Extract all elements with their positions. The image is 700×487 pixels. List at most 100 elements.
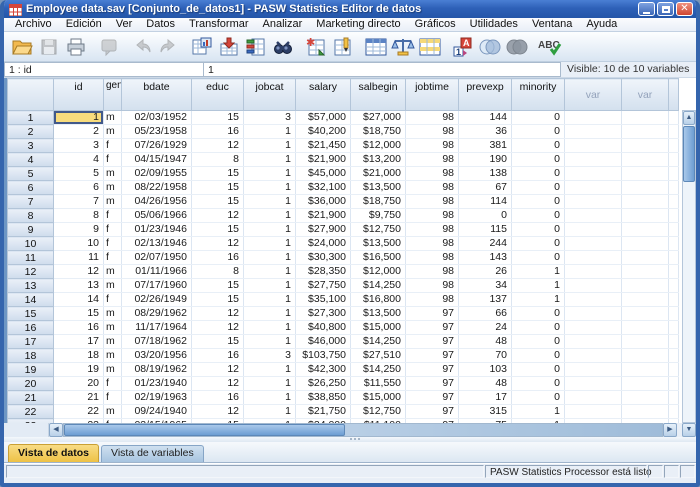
- column-header-educ[interactable]: educ: [192, 79, 244, 111]
- cell[interactable]: [669, 363, 679, 377]
- insert-cases-icon[interactable]: ✱: [303, 34, 329, 60]
- cell[interactable]: 381: [459, 139, 512, 153]
- close-button[interactable]: ✕: [676, 2, 693, 16]
- cell[interactable]: 138: [459, 167, 512, 181]
- cell[interactable]: [565, 321, 622, 335]
- cell[interactable]: 1: [244, 307, 296, 321]
- cell[interactable]: 1: [244, 223, 296, 237]
- cell[interactable]: [669, 321, 679, 335]
- cell[interactable]: 0: [512, 251, 565, 265]
- cell[interactable]: 08/22/1958: [122, 181, 192, 195]
- cell[interactable]: 48: [459, 377, 512, 391]
- cell[interactable]: $103,750: [296, 349, 351, 363]
- horizontal-scrollbar[interactable]: [63, 423, 663, 437]
- column-header-bdate[interactable]: bdate: [122, 79, 192, 111]
- cell[interactable]: 1: [244, 363, 296, 377]
- cell[interactable]: [669, 223, 679, 237]
- weight-cases-icon[interactable]: [390, 34, 416, 60]
- cell[interactable]: 315: [459, 405, 512, 419]
- column-header-id[interactable]: id: [54, 79, 104, 111]
- cell[interactable]: [565, 251, 622, 265]
- cell[interactable]: m: [104, 265, 122, 279]
- cell[interactable]: 1: [512, 265, 565, 279]
- column-header-salbegin[interactable]: salbegin: [351, 79, 406, 111]
- cell[interactable]: m: [104, 335, 122, 349]
- menu-archivo[interactable]: Archivo: [8, 18, 59, 31]
- cell[interactable]: 115: [459, 223, 512, 237]
- tab-variable-view[interactable]: Vista de variables: [101, 445, 204, 462]
- row-header-12[interactable]: 12: [8, 265, 54, 279]
- cell[interactable]: 10: [54, 237, 104, 251]
- column-header-jobtime[interactable]: jobtime: [406, 79, 459, 111]
- cell[interactable]: 3: [244, 349, 296, 363]
- cell[interactable]: 97: [406, 377, 459, 391]
- cell[interactable]: 1: [244, 209, 296, 223]
- cell[interactable]: f: [104, 139, 122, 153]
- tab-data-view[interactable]: Vista de datos: [8, 444, 99, 462]
- cell[interactable]: [622, 391, 669, 405]
- cell[interactable]: $27,510: [351, 349, 406, 363]
- cell[interactable]: 1: [512, 405, 565, 419]
- cell[interactable]: 1: [244, 377, 296, 391]
- cell[interactable]: 07/17/1960: [122, 279, 192, 293]
- cell[interactable]: 12: [192, 321, 244, 335]
- cell[interactable]: [622, 321, 669, 335]
- cell[interactable]: $13,500: [351, 307, 406, 321]
- cell[interactable]: 103: [459, 363, 512, 377]
- cell[interactable]: [669, 265, 679, 279]
- cell[interactable]: [565, 293, 622, 307]
- menu-ayuda[interactable]: Ayuda: [579, 18, 624, 31]
- cell[interactable]: 98: [406, 111, 459, 125]
- cell[interactable]: [669, 405, 679, 419]
- cell[interactable]: $38,850: [296, 391, 351, 405]
- cell[interactable]: m: [104, 279, 122, 293]
- cell[interactable]: [669, 419, 679, 424]
- minimize-button[interactable]: [638, 2, 655, 16]
- cell[interactable]: [565, 307, 622, 321]
- cell[interactable]: [622, 139, 669, 153]
- cell[interactable]: $40,800: [296, 321, 351, 335]
- cell[interactable]: 9: [54, 223, 104, 237]
- cell[interactable]: 26: [459, 265, 512, 279]
- cell[interactable]: 21: [54, 391, 104, 405]
- cell[interactable]: 98: [406, 167, 459, 181]
- cell[interactable]: [622, 335, 669, 349]
- vertical-scrollbar[interactable]: ▲: [682, 110, 696, 423]
- cell[interactable]: 0: [512, 139, 565, 153]
- cell[interactable]: 0: [512, 321, 565, 335]
- cell[interactable]: 98: [406, 195, 459, 209]
- value-labels-icon[interactable]: 1A: [450, 34, 476, 60]
- cell[interactable]: [622, 279, 669, 293]
- cell[interactable]: 1: [244, 293, 296, 307]
- row-header-3[interactable]: 3: [8, 139, 54, 153]
- cell[interactable]: 0: [512, 195, 565, 209]
- cell[interactable]: $16,800: [351, 293, 406, 307]
- cell[interactable]: $13,200: [351, 153, 406, 167]
- cell[interactable]: 07/18/1962: [122, 335, 192, 349]
- cell[interactable]: [622, 181, 669, 195]
- cell[interactable]: 0: [512, 363, 565, 377]
- cell[interactable]: $36,000: [296, 195, 351, 209]
- cell[interactable]: $11,550: [351, 377, 406, 391]
- cell[interactable]: [669, 111, 679, 125]
- menu-gr-ficos[interactable]: Gráficos: [408, 18, 463, 31]
- cell[interactable]: f: [104, 237, 122, 251]
- cell[interactable]: 0: [512, 181, 565, 195]
- cell[interactable]: 04/15/1947: [122, 153, 192, 167]
- cell[interactable]: [565, 195, 622, 209]
- cell[interactable]: f: [104, 223, 122, 237]
- cell[interactable]: $30,300: [296, 251, 351, 265]
- cell[interactable]: [565, 405, 622, 419]
- cell[interactable]: 97: [406, 405, 459, 419]
- cell[interactable]: 1: [244, 237, 296, 251]
- cell[interactable]: 15: [192, 293, 244, 307]
- column-header-blank[interactable]: [669, 79, 679, 111]
- cell[interactable]: 97: [406, 335, 459, 349]
- cell[interactable]: 98: [406, 223, 459, 237]
- cell[interactable]: 2: [54, 125, 104, 139]
- column-header-var[interactable]: var: [622, 79, 669, 111]
- cell[interactable]: 143: [459, 251, 512, 265]
- cell[interactable]: 18: [54, 349, 104, 363]
- cell[interactable]: 12: [192, 139, 244, 153]
- cell[interactable]: $21,900: [296, 153, 351, 167]
